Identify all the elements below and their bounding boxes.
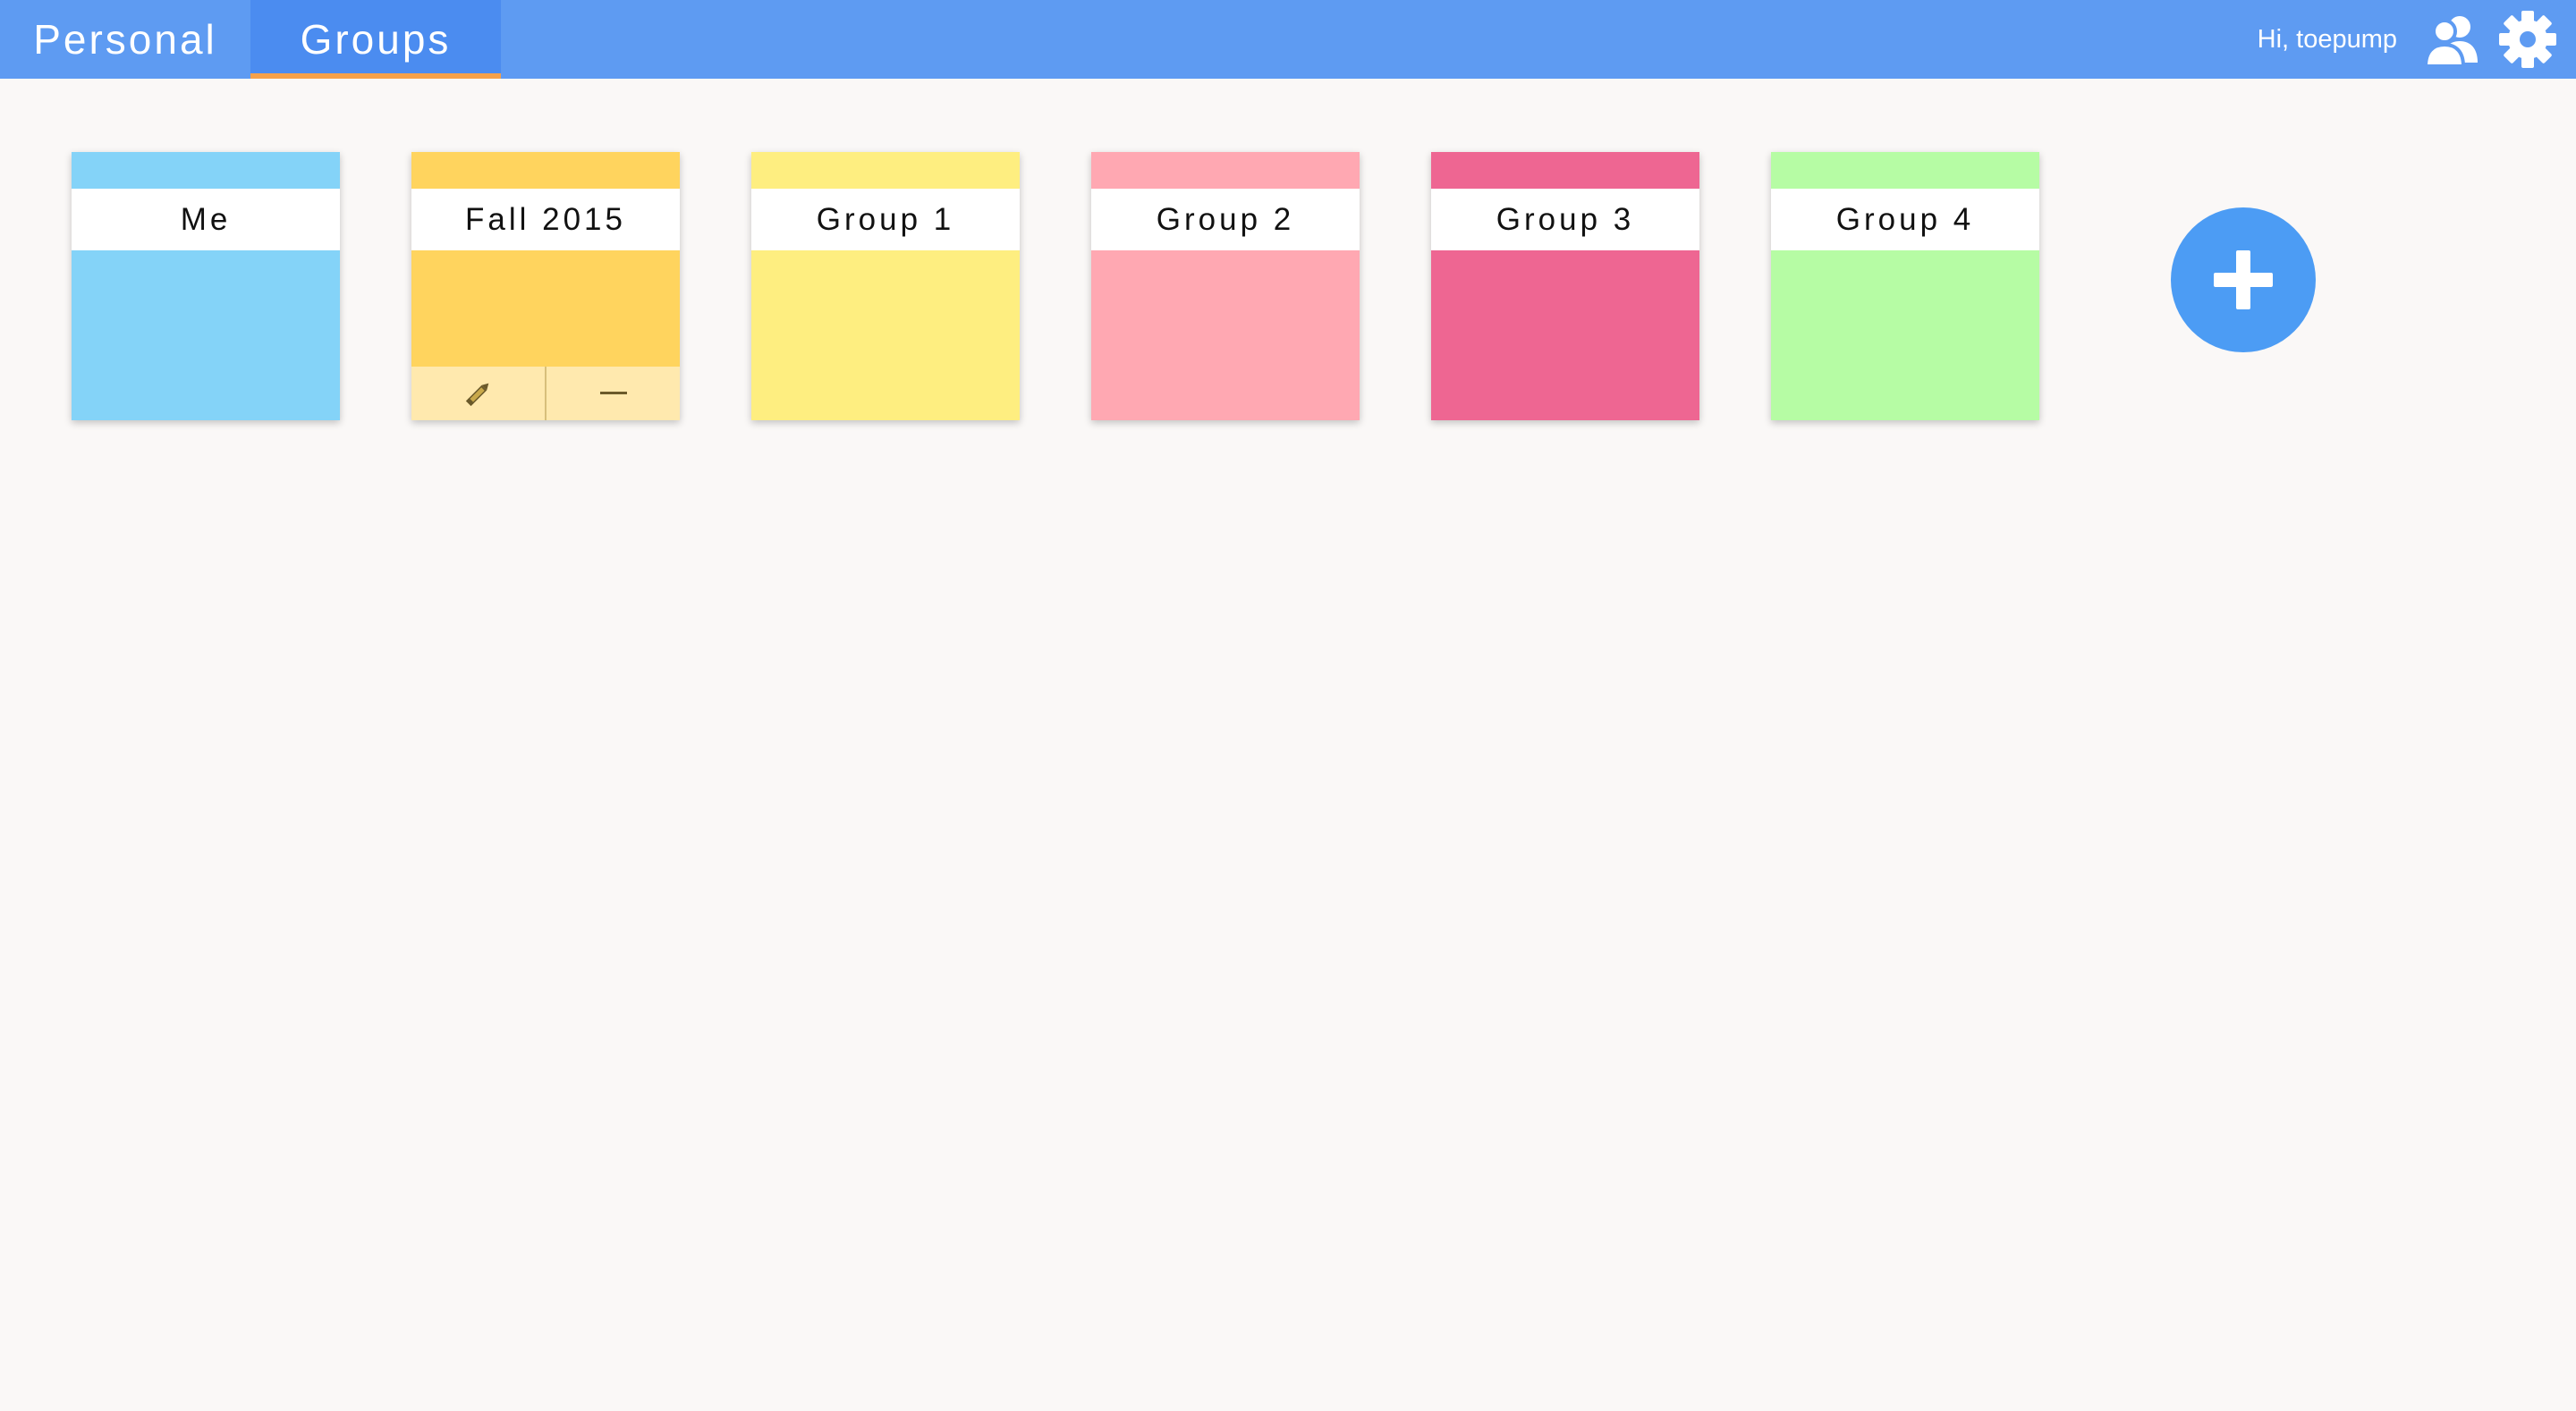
group-card-group-4[interactable]: Group 4	[1771, 152, 2039, 420]
group-card-title: Group 4	[1771, 189, 2039, 250]
group-card-fall-2015[interactable]: Fall 2015	[411, 152, 680, 420]
group-card-actions	[411, 367, 680, 420]
edit-group-button[interactable]	[411, 367, 547, 420]
top-nav-bar: Personal Groups Hi, toepump	[0, 0, 2576, 79]
remove-group-button[interactable]	[547, 367, 680, 420]
group-card-title: Me	[72, 189, 340, 250]
group-card-group-1[interactable]: Group 1	[751, 152, 1020, 420]
minus-icon	[599, 392, 627, 394]
friends-icon[interactable]	[2422, 9, 2483, 70]
tab-personal-label: Personal	[33, 16, 217, 63]
group-card-title: Group 2	[1091, 189, 1360, 250]
group-card-group-2[interactable]: Group 2	[1091, 152, 1360, 420]
group-card-title: Group 1	[751, 189, 1020, 250]
tab-groups-label: Groups	[300, 16, 452, 63]
plus-icon	[2214, 250, 2273, 309]
pencil-icon	[465, 383, 488, 407]
gear-icon[interactable]	[2497, 9, 2558, 70]
tab-groups[interactable]: Groups	[250, 0, 501, 79]
add-group-button[interactable]	[2171, 207, 2316, 352]
user-greeting: Hi, toepump	[2257, 25, 2397, 54]
group-card-title: Group 3	[1431, 189, 1699, 250]
tab-personal[interactable]: Personal	[0, 0, 250, 79]
active-tab-indicator	[250, 73, 501, 79]
group-card-me[interactable]: Me	[72, 152, 340, 420]
group-card-title: Fall 2015	[411, 189, 680, 250]
group-card-group-3[interactable]: Group 3	[1431, 152, 1699, 420]
